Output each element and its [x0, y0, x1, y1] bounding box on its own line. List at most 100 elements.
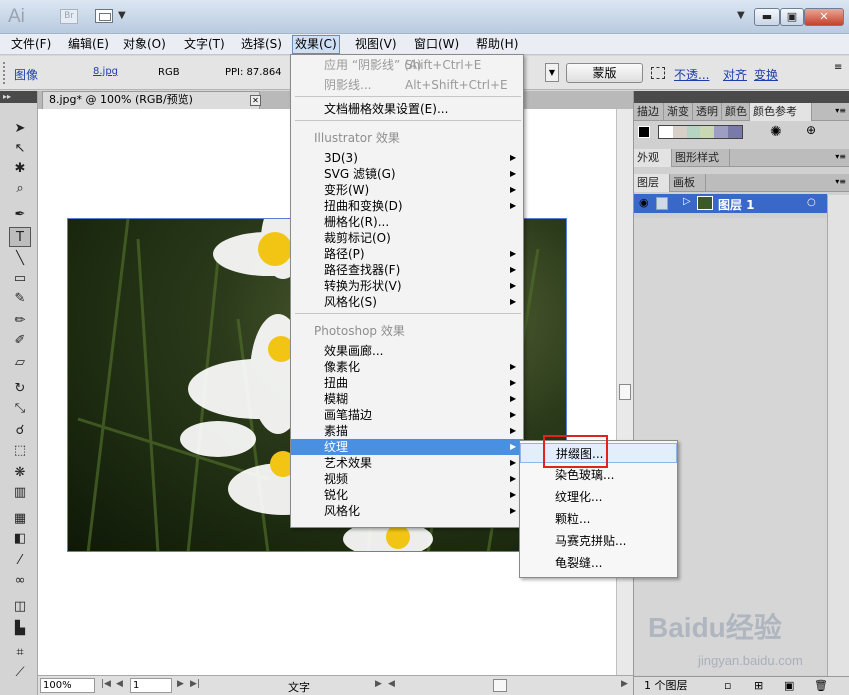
layer-row[interactable]: ◉ ▷ 图层 1 ○ — [634, 194, 827, 213]
color-wheel-icon[interactable]: ✺ — [770, 124, 782, 140]
effect-menu-item[interactable]: 素描 ▶ — [291, 423, 523, 439]
menu-edit[interactable]: 编辑(E) — [66, 36, 111, 53]
eraser-tool-icon[interactable]: ▱ — [9, 353, 31, 373]
color-swatch[interactable] — [714, 126, 729, 138]
arrange-documents-icon[interactable] — [95, 9, 113, 23]
artboard-tool-icon[interactable]: ⌗ — [9, 643, 31, 663]
effect-menu-item[interactable]: 3D(3) ▶ — [291, 150, 523, 166]
type-tool-icon[interactable]: T — [9, 227, 31, 247]
menu-object[interactable]: 对象(O) — [121, 36, 168, 53]
options-dropdown[interactable]: ▼ — [545, 63, 559, 82]
tab-transparency[interactable]: 透明 — [693, 103, 722, 121]
texture-submenu-item[interactable]: 马赛克拼贴... — [520, 531, 677, 551]
status-menu-icon[interactable]: ▶ — [375, 679, 382, 689]
tab-stroke[interactable]: 描边 — [634, 103, 664, 121]
effect-menu-item[interactable]: 转换为形状(V) ▶ — [291, 278, 523, 294]
workspace-switcher-icon[interactable]: ▼ — [737, 10, 745, 21]
effect-menu-item[interactable]: 扭曲 ▶ — [291, 375, 523, 391]
document-tab[interactable]: 8.jpg* @ 100% (RGB/预览) ✕ — [42, 91, 261, 109]
layers-scrollbar[interactable] — [827, 195, 849, 676]
last-page-icon[interactable]: ▶| — [190, 679, 200, 689]
maximize-button[interactable]: ▣ — [780, 8, 804, 26]
image-label[interactable]: 图像 — [14, 66, 38, 83]
save-color-group-icon[interactable]: ⊕ — [806, 123, 816, 137]
effect-menu-item[interactable]: 裁剪标记(O) — [291, 230, 523, 246]
effect-menu-item[interactable]: 画笔描边 ▶ — [291, 407, 523, 423]
effect-menu-item[interactable]: 应用 “阴影线” (A) Shift+Ctrl+E — [291, 57, 523, 73]
rotate-tool-icon[interactable]: ↻ — [9, 379, 31, 399]
opacity-link[interactable]: 不透... — [674, 66, 709, 83]
effect-menu-item[interactable]: 艺术效果 ▶ — [291, 455, 523, 471]
texture-submenu-item[interactable]: 颗粒... — [520, 509, 677, 529]
gradient-tool-icon[interactable]: ◧ — [9, 529, 31, 549]
color-swatch[interactable] — [672, 126, 687, 138]
mask-button[interactable]: 蒙版 — [566, 63, 643, 83]
color-swatch[interactable] — [686, 126, 701, 138]
eye-icon[interactable]: ◉ — [639, 196, 649, 209]
prev-page-icon[interactable]: ◀ — [116, 679, 123, 689]
panel-grip[interactable] — [3, 62, 6, 84]
selection-icon[interactable] — [651, 67, 665, 79]
paintbrush-tool-icon[interactable]: ✎ — [9, 289, 31, 309]
pen-tool-icon[interactable]: ✒ — [9, 205, 31, 225]
panels-header[interactable] — [634, 91, 849, 103]
effect-menu-item[interactable]: SVG 滤镜(G) ▶ — [291, 166, 523, 182]
warp-tool-icon[interactable]: ☌ — [9, 421, 31, 441]
page-field[interactable]: 1 — [130, 678, 172, 693]
target-icon[interactable]: ○ — [807, 197, 816, 208]
menu-view[interactable]: 视图(V) — [353, 36, 399, 53]
effect-menu-item[interactable]: 效果画廊... — [291, 343, 523, 359]
eyedropper-tool-icon[interactable]: ⁄ — [9, 551, 31, 571]
menu-help[interactable]: 帮助(H) — [474, 36, 520, 53]
pencil-tool-icon[interactable]: ✏ — [9, 311, 31, 331]
effect-menu-item[interactable]: 路径(P) ▶ — [291, 246, 523, 262]
control-bar-menu-icon[interactable]: ≡ — [834, 62, 842, 73]
graph-tool-icon[interactable]: ▥ — [9, 483, 31, 503]
align-link[interactable]: 对齐 — [723, 66, 747, 83]
effect-menu-item[interactable]: 文档栅格效果设置(E)... — [291, 101, 523, 117]
status-text[interactable]: 文字 — [288, 679, 310, 695]
scroll-right-icon[interactable]: ▶ — [621, 679, 628, 689]
base-color-swatch[interactable] — [638, 126, 650, 138]
texture-submenu-item[interactable]: 纹理化... — [520, 487, 677, 507]
effect-menu-item[interactable]: 栅格化(R)... — [291, 214, 523, 230]
expand-arrow-icon[interactable]: ▷ — [683, 196, 691, 207]
color-swatch[interactable] — [728, 126, 742, 138]
texture-submenu-item[interactable]: 染色玻璃... — [520, 465, 677, 485]
effect-menu-item[interactable]: 纹理 ▶ — [291, 439, 523, 455]
effect-menu-item[interactable]: 模糊 ▶ — [291, 391, 523, 407]
chevron-down-icon[interactable]: ▼ — [118, 10, 126, 21]
tab-layers[interactable]: 图层 — [634, 174, 670, 192]
next-page-icon[interactable]: ▶ — [177, 679, 184, 689]
mesh-tool-icon[interactable]: ▦ — [9, 509, 31, 529]
scale-tool-icon[interactable]: ⤡ — [9, 399, 31, 419]
scroll-left-icon[interactable]: ◀ — [388, 679, 395, 689]
lasso-tool-icon[interactable]: ⌕ — [9, 179, 31, 199]
symbol-sprayer-tool-icon[interactable]: ❋ — [9, 463, 31, 483]
tab-gradient[interactable]: 渐变 — [664, 103, 693, 121]
knife-tool-icon[interactable]: ⟋ — [9, 663, 31, 683]
vertical-scroll-thumb[interactable] — [619, 384, 631, 400]
vertical-scrollbar[interactable] — [616, 109, 633, 675]
color-group-swatches[interactable] — [658, 125, 743, 139]
file-link[interactable]: 8.jpg — [93, 66, 118, 77]
bridge-button[interactable]: Br — [60, 9, 78, 24]
magic-wand-tool-icon[interactable]: ✱ — [9, 159, 31, 179]
effect-menu-item[interactable]: 风格化 ▶ — [291, 503, 523, 519]
tab-graphic-styles[interactable]: 图形样式 — [672, 149, 730, 167]
menu-effect[interactable]: 效果(C) — [292, 35, 340, 54]
texture-submenu-item[interactable]: 龟裂缝... — [520, 553, 677, 573]
effect-menu-item[interactable]: 锐化 ▶ — [291, 487, 523, 503]
blob-brush-tool-icon[interactable]: ✐ — [9, 331, 31, 351]
color-swatch[interactable] — [700, 126, 715, 138]
free-transform-tool-icon[interactable]: ⬚ — [9, 441, 31, 461]
minimize-button[interactable]: ▬ — [754, 8, 780, 26]
tab-color[interactable]: 颜色 — [722, 103, 750, 121]
tab-appearance[interactable]: 外观 — [634, 149, 672, 167]
tab-artboards[interactable]: 画板 — [670, 174, 706, 192]
selection-tool-icon[interactable]: ➤ — [9, 119, 31, 139]
effect-menu-item[interactable]: 像素化 ▶ — [291, 359, 523, 375]
effect-menu-item[interactable]: 扭曲和变换(D) ▶ — [291, 198, 523, 214]
blend-tool-icon[interactable]: ∞ — [9, 571, 31, 591]
effect-menu-item[interactable]: 阴影线... Alt+Shift+Ctrl+E — [291, 77, 523, 93]
